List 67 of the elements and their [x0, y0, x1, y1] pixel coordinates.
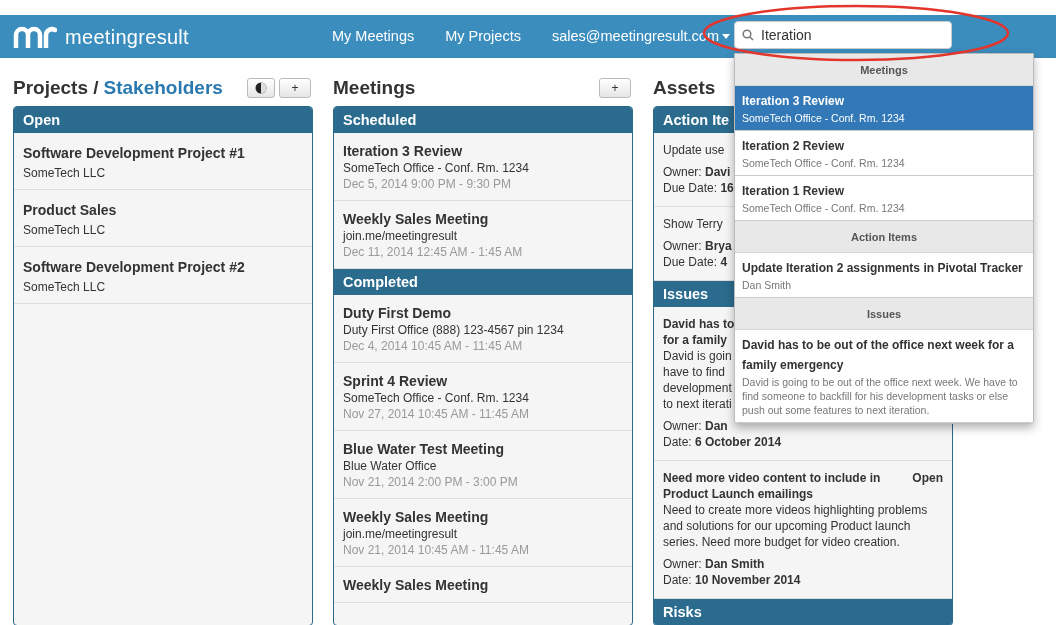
search-result-item[interactable]: Iteration 3 Review SomeTech Office - Conf. Rm. 1234	[735, 86, 1033, 131]
meeting-time: Dec 11, 2014 12:45 AM - 1:45 AM	[343, 244, 524, 260]
meeting-location: Blue Water Office	[343, 458, 438, 474]
asset-title[interactable]: Need more video content to include in Product Launch emailings	[663, 470, 881, 502]
asset-description: David is goin have to find development to next iterati	[663, 348, 732, 412]
meeting-time: Nov 21, 2014 2:00 PM - 3:00 PM	[343, 474, 519, 490]
asset-meta: Due Date: 16	[663, 180, 734, 196]
asset-description: Show Terry	[663, 216, 723, 232]
search-icon	[742, 29, 754, 41]
meeting-title[interactable]: Weekly Sales Meeting	[343, 210, 623, 228]
search-result-item[interactable]: David has to be out of the office next week for a family emergency David is going to be out of the office next week. We have to find someone to backfill for his development tasks or else push out some features to next iteration.	[735, 330, 1033, 423]
asset-meta: Date: 10 November 2014	[663, 572, 801, 588]
nav-link[interactable]: My Meetings	[332, 25, 415, 48]
logo-icon	[13, 25, 57, 48]
asset-description: Update use	[663, 142, 725, 158]
section-header: Open	[14, 107, 312, 133]
section-header: Scheduled	[334, 107, 632, 133]
stakeholders-link[interactable]: Stakeholders	[103, 73, 223, 103]
toggle-button[interactable]	[247, 78, 275, 98]
meeting-location: Duty First Office (888) 123-4567 pin 1234	[343, 322, 565, 338]
meeting-time: Nov 27, 2014 10:45 AM - 11:45 AM	[343, 406, 530, 422]
meeting-title[interactable]: Weekly Sales Meeting	[343, 508, 623, 526]
meeting-title[interactable]: Weekly Sales Meeting	[343, 576, 623, 594]
search-result-item[interactable]: Iteration 1 Review SomeTech Office - Conf. Rm. 1234	[735, 176, 1033, 221]
project-company: SomeTech LLC	[23, 165, 107, 182]
meeting-time: Dec 5, 2014 9:00 PM - 9:30 PM	[343, 176, 513, 192]
results-group-header: Issues	[735, 298, 1033, 330]
nav-link[interactable]: My Projects	[445, 25, 521, 48]
asset-description: Need to create more videos highlighting problems and solutions for our upcoming Product launch series. Need more budget for video creation.	[663, 502, 928, 550]
meeting-location: join.me/meetingresult	[343, 228, 459, 244]
status-label: Open	[912, 470, 943, 487]
project-company: SomeTech LLC	[23, 279, 107, 296]
meeting-location: SomeTech Office - Conf. Rm. 1234	[343, 390, 530, 406]
results-group-header: Meetings	[735, 54, 1033, 86]
half-circle-icon	[255, 82, 267, 94]
asset-meta: Owner: Davi	[663, 164, 731, 180]
section-header: Risks	[654, 599, 952, 625]
asset-meta: Owner: Dan	[663, 418, 728, 434]
search-result-item[interactable]: Update Iteration 2 assignments in Pivotal Tracker Dan Smith	[735, 253, 1033, 298]
meeting-location: SomeTech Office - Conf. Rm. 1234	[343, 160, 530, 176]
asset-title[interactable]: David has to for a family	[663, 316, 735, 348]
results-group-header: Action Items	[735, 221, 1033, 253]
project-title[interactable]: Software Development Project #2	[23, 257, 303, 278]
section-header: Completed	[334, 269, 632, 295]
asset-meta: Due Date: 4	[663, 254, 728, 270]
asset-meta: Date: 6 October 2014	[663, 434, 782, 450]
column-title: Assets	[653, 75, 716, 100]
asset-meta: Owner: Dan Smith	[663, 556, 765, 572]
logo-text: meetingresult	[65, 24, 189, 50]
meeting-title[interactable]: Iteration 3 Review	[343, 142, 623, 160]
add-button[interactable]: +	[599, 78, 631, 98]
search-result-item[interactable]: Iteration 2 Review SomeTech Office - Conf. Rm. 1234	[735, 131, 1033, 176]
meeting-title[interactable]: Blue Water Test Meeting	[343, 440, 623, 458]
meeting-title[interactable]: Duty First Demo	[343, 304, 623, 322]
meeting-location: join.me/meetingresult	[343, 526, 459, 542]
asset-meta: Owner: Brya	[663, 238, 732, 254]
project-company: SomeTech LLC	[23, 222, 107, 239]
meeting-title[interactable]: Sprint 4 Review	[343, 372, 623, 390]
column-title: Projects /	[13, 75, 99, 100]
column-title: Meetings	[333, 75, 416, 100]
caret-icon	[722, 34, 730, 39]
search-field[interactable]: Iteration	[734, 21, 952, 49]
meeting-time: Nov 21, 2014 10:45 AM - 11:45 AM	[343, 542, 530, 558]
project-title[interactable]: Product Sales	[23, 200, 303, 221]
project-title[interactable]: Software Development Project #1	[23, 143, 303, 164]
add-button[interactable]: +	[279, 78, 311, 98]
meeting-time: Dec 4, 2014 10:45 AM - 11:45 AM	[343, 338, 524, 354]
